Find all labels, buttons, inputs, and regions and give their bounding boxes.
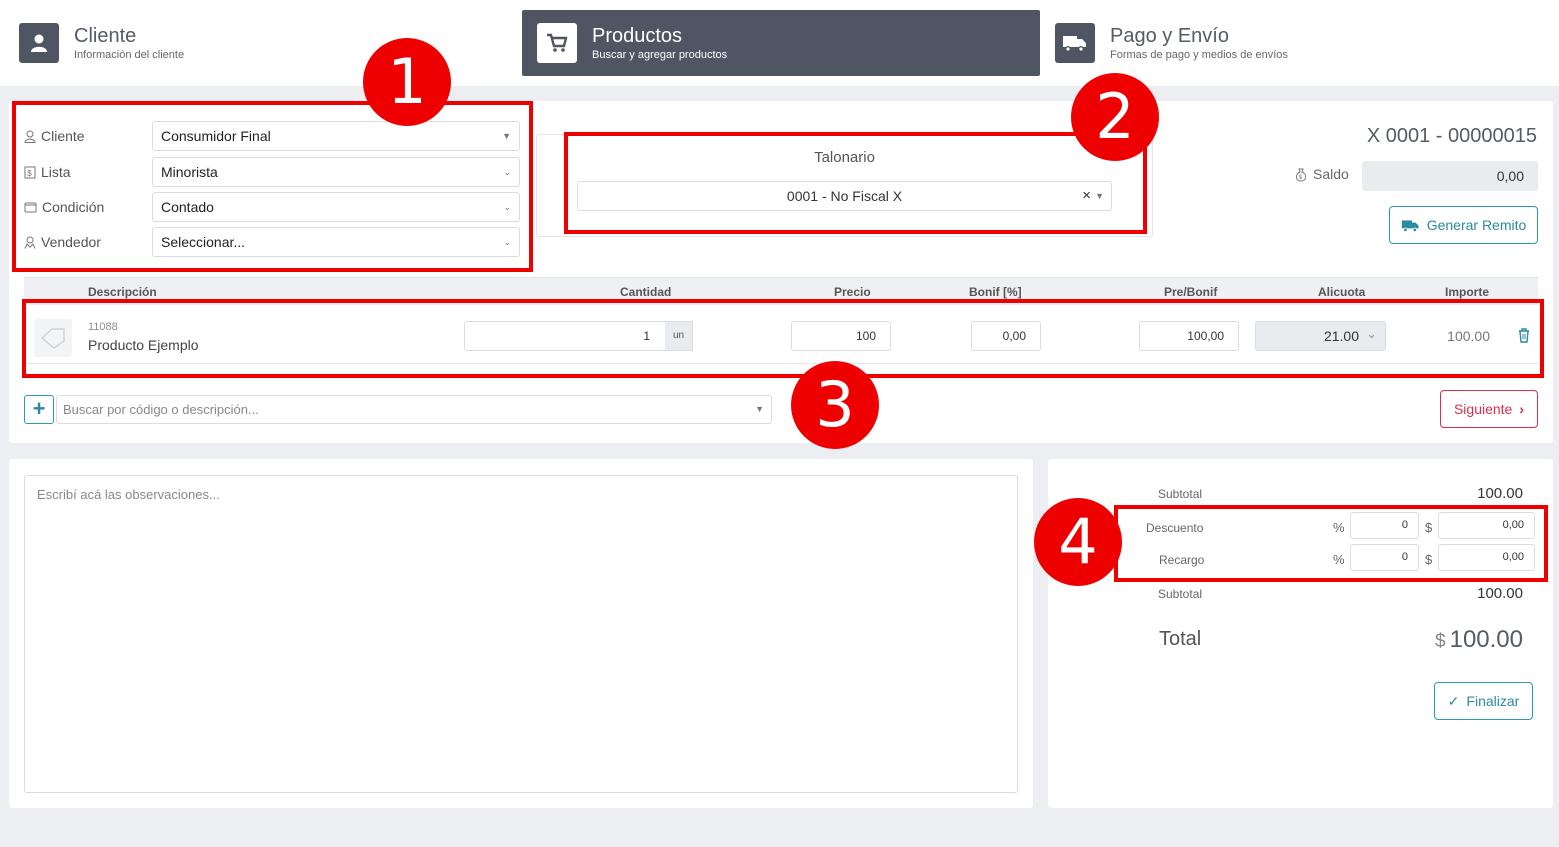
subtotal-value: 100.00 bbox=[1477, 485, 1523, 502]
finalizar-button[interactable]: ✓ Finalizar bbox=[1434, 682, 1533, 720]
step-title: Pago y Envío bbox=[1110, 25, 1229, 47]
col-prebonif: Pre/Bonif bbox=[1164, 285, 1218, 299]
truck-icon bbox=[1401, 219, 1419, 232]
annotation-badge-3: 3 bbox=[791, 361, 879, 449]
total-value: $100.00 bbox=[1435, 626, 1523, 653]
step-subtitle: Formas de pago y medios de envíos bbox=[1110, 49, 1288, 61]
subtotal2-value: 100.00 bbox=[1477, 585, 1523, 602]
product-search-input[interactable]: Buscar por código o descripción... ▼ bbox=[56, 395, 772, 424]
saldo-value: 0,00 bbox=[1362, 161, 1538, 191]
step-pago-envio[interactable]: Pago y Envío Formas de pago y medios de … bbox=[1055, 10, 1288, 76]
step-title: Productos bbox=[592, 25, 683, 47]
annotation-badge-1: 1 bbox=[363, 38, 451, 126]
document-number: X 0001 - 00000015 bbox=[1366, 125, 1537, 147]
annotation-box-3 bbox=[22, 299, 1544, 378]
col-importe: Importe bbox=[1445, 285, 1490, 299]
col-bonif: Bonif [%] bbox=[969, 285, 1022, 299]
total-label: Total bbox=[1159, 628, 1202, 650]
truck-icon bbox=[1055, 23, 1095, 63]
col-alicuota: Alicuota bbox=[1318, 285, 1366, 299]
cart-icon bbox=[537, 23, 577, 63]
step-subtitle: Información del cliente bbox=[74, 49, 185, 61]
subtotal-label: Subtotal bbox=[1158, 487, 1203, 501]
check-icon: ✓ bbox=[1447, 692, 1460, 709]
caret-down-icon: ▼ bbox=[755, 404, 764, 414]
stepper: Cliente Información del cliente Producto… bbox=[0, 0, 1559, 86]
annotation-badge-2: 2 bbox=[1071, 73, 1159, 161]
annotation-box-2 bbox=[564, 132, 1147, 234]
user-icon bbox=[19, 23, 59, 63]
generar-remito-button[interactable]: Generar Remito bbox=[1389, 206, 1538, 244]
col-cantidad: Cantidad bbox=[620, 285, 672, 299]
saldo-label: $ Saldo bbox=[1294, 166, 1349, 182]
annotation-box-4 bbox=[1114, 505, 1548, 582]
siguiente-button[interactable]: Siguiente › bbox=[1440, 390, 1538, 428]
step-subtitle: Buscar y agregar productos bbox=[592, 49, 728, 61]
subtotal2-label: Subtotal bbox=[1158, 587, 1203, 601]
step-cliente[interactable]: Cliente Información del cliente bbox=[19, 10, 184, 76]
col-descripcion: Descripción bbox=[88, 285, 157, 299]
total-currency: $ bbox=[1435, 631, 1446, 652]
add-product-button[interactable]: + bbox=[24, 395, 54, 424]
step-productos[interactable]: Productos Buscar y agregar productos bbox=[522, 10, 1040, 76]
annotation-badge-4: 4 bbox=[1034, 498, 1122, 586]
annotation-box-1 bbox=[12, 101, 533, 272]
money-bag-icon: $ bbox=[1295, 168, 1307, 182]
svg-text:$: $ bbox=[1299, 175, 1303, 181]
step-title: Cliente bbox=[74, 25, 137, 47]
chevron-right-icon: › bbox=[1519, 401, 1525, 417]
col-precio: Precio bbox=[834, 285, 871, 299]
observations-textarea[interactable]: Escribí acá las observaciones... bbox=[24, 475, 1018, 793]
